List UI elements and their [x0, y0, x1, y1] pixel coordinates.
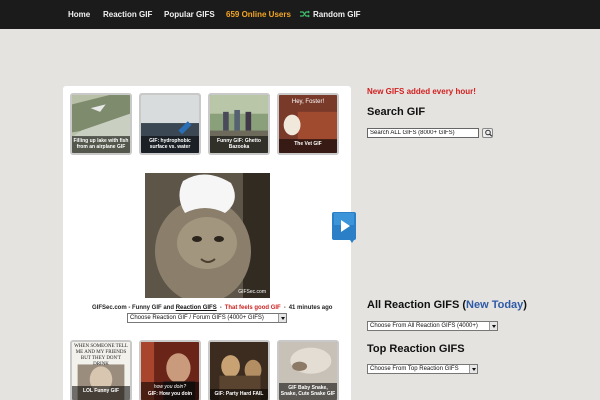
thumb-caption: LOL Funny GIF [72, 386, 130, 400]
new-today-link[interactable]: New Today [466, 299, 523, 311]
chevron-down-icon [489, 322, 497, 330]
thumb-lol-funny[interactable]: WHEN SOMEONE TELL ME AND MY FRIENDS BUT … [70, 340, 132, 400]
search-input[interactable] [367, 128, 479, 138]
all-reaction-gifs-select-value: Choose From All Reaction GIFS (4000+) [370, 323, 478, 329]
all-reaction-gifs-heading: All Reaction GIFS (New Today) [367, 299, 527, 311]
thumb-caption: GIF Baby Snake, Snake, Cute Snake GIF [279, 383, 337, 400]
featured-category-link[interactable]: Reaction GIFS [176, 305, 217, 311]
thumb-the-vet[interactable]: Hey, Foster! The Vet GIF [277, 93, 339, 155]
thumb-ghetto-bazooka[interactable]: Funny GIF: Ghetto Bazooka [208, 93, 270, 155]
top-reaction-gifs-heading: Top Reaction GIFS [367, 343, 465, 355]
featured-gif[interactable]: GIFSec.com [145, 173, 270, 298]
nav-random-gif[interactable]: Random GIF [300, 10, 361, 20]
thumb-caption: The Vet GIF [279, 139, 337, 153]
chevron-down-icon [278, 314, 286, 322]
featured-gif-image [145, 173, 270, 298]
thumb-hydrophobic[interactable]: GIF: hydrophobic surface vs. water [139, 93, 201, 155]
featured-watermark: GIFSec.com [238, 289, 266, 295]
nav-popular-gifs[interactable]: Popular GIFS [164, 10, 215, 20]
search-button[interactable] [482, 128, 493, 138]
thumb-overlay-text: Hey, Foster! [291, 99, 325, 105]
nav-online-users[interactable]: 659 Online Users [226, 10, 291, 20]
nav-reaction-gif[interactable]: Reaction GIF [103, 10, 152, 20]
search-gif-heading: Search GIF [367, 106, 426, 118]
thumb-caption: GIF: Party Hard FAIL [210, 389, 268, 400]
thumb-caption: how you doin? GIF: How you doin [141, 382, 199, 400]
thumb-lake-fish[interactable]: Filling up lake with fish from an airpla… [70, 93, 132, 155]
featured-title: That feels good GIF [224, 305, 281, 311]
nav-home[interactable]: Home [68, 10, 90, 20]
reaction-gif-select[interactable]: Choose Reaction GIF / Forum GIFS (4000+ … [127, 313, 287, 323]
play-icon[interactable] [330, 211, 358, 243]
top-nav-bar: Home Reaction GIF Popular GIFS 659 Onlin… [0, 0, 600, 29]
thumb-overlay-text: WHEN SOMEONE TELL ME AND MY FRIENDS BUT … [74, 344, 128, 367]
nav-random-label: Random GIF [313, 10, 361, 19]
thumb-party-hard-fail[interactable]: GIF: Party Hard FAIL [208, 340, 270, 400]
thumb-baby-snake[interactable]: GIF Baby Snake, Snake, Cute Snake GIF [277, 340, 339, 400]
featured-meta: GIFSec.com - Funny GIF and Reaction GIFS… [92, 305, 333, 311]
new-gifs-announcement: New GIFS added every hour! [367, 87, 476, 96]
reaction-gif-select-value: Choose Reaction GIF / Forum GIFS (4000+ … [130, 315, 264, 321]
thumb-caption: GIF: hydrophobic surface vs. water [141, 136, 199, 153]
all-reaction-gifs-select[interactable]: Choose From All Reaction GIFS (4000+) [367, 321, 498, 331]
shuffle-icon [300, 10, 310, 18]
top-reaction-gifs-select[interactable]: Choose From Top Reaction GIFS [367, 364, 478, 374]
thumb-overlay-text: how you doin? [153, 384, 187, 390]
search-icon [485, 129, 493, 137]
thumb-caption-text: GIF: How you doin [147, 391, 193, 397]
top-reaction-gifs-select-value: Choose From Top Reaction GIFS [370, 366, 459, 372]
thumb-how-you-doin[interactable]: how you doin? GIF: How you doin [139, 340, 201, 400]
featured-site-text: GIFSec.com - Funny GIF and [92, 305, 175, 311]
thumb-caption: Funny GIF: Ghetto Bazooka [210, 136, 268, 153]
thumb-caption: Filling up lake with fish from an airpla… [72, 136, 130, 153]
featured-time: 41 minutes ago [288, 305, 333, 311]
chevron-down-icon [469, 365, 477, 373]
all-reaction-gifs-title: All Reaction GIFS [367, 299, 460, 311]
